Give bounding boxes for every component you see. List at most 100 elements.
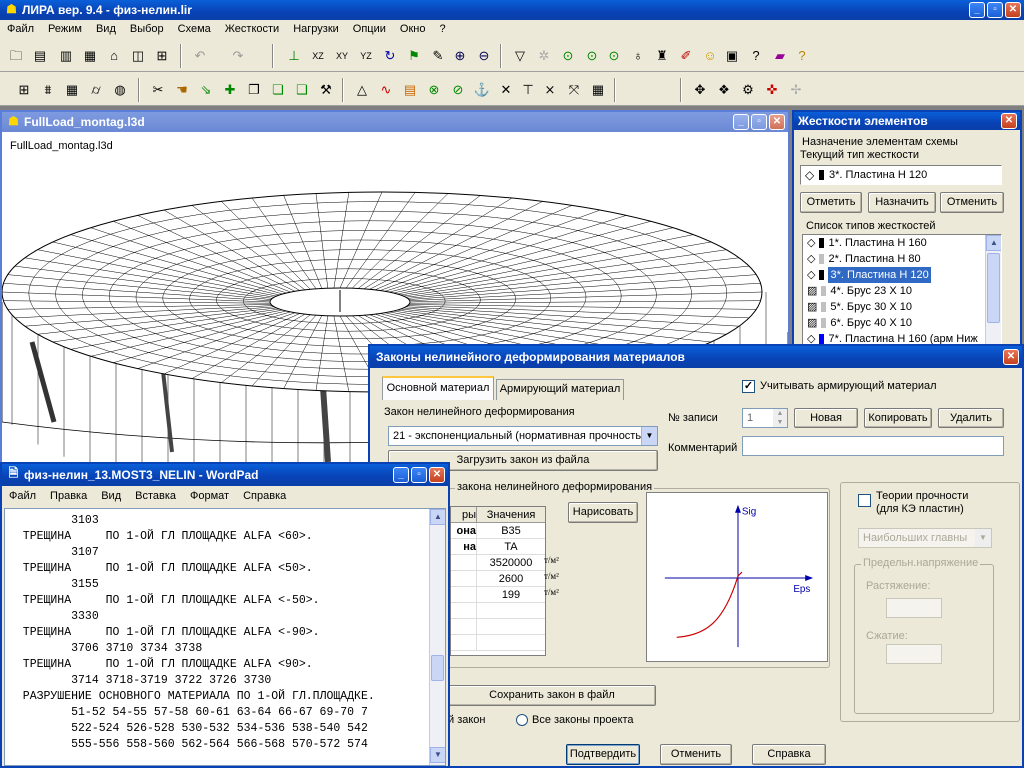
confirm-button[interactable]: Подтвердить	[566, 744, 640, 765]
stiffness-list-scrollbar[interactable]: ▲	[985, 235, 1001, 345]
delete-record-button[interactable]: Удалить	[938, 408, 1004, 428]
copy-record-button[interactable]: Копировать	[864, 408, 932, 428]
wordpad-scroll-thumb[interactable]	[431, 655, 444, 681]
select-icon[interactable]: ✲	[534, 46, 554, 66]
scroll-thumb[interactable]	[987, 253, 1000, 323]
stiffness-list-item[interactable]: ▨ 4*. Брус 23 X 10	[803, 283, 1001, 299]
menu-item[interactable]: Опции	[346, 20, 393, 38]
cancel-mark-button[interactable]: Отменить	[940, 192, 1004, 213]
params-table-row[interactable]	[451, 635, 545, 651]
xz-plane-icon[interactable]: XZ	[308, 46, 328, 66]
stiffness-list[interactable]: ◇ 1*. Пластина H 160 ◇ 2*. Пластина H 80 ◇ 3*…	[802, 234, 1002, 346]
menu-item[interactable]: Жесткости	[218, 20, 286, 38]
dialog-help-button[interactable]: Справка	[752, 744, 826, 765]
params-table-row[interactable]: она B35	[451, 523, 545, 539]
open-file-icon[interactable]: 🗀	[6, 46, 26, 66]
help-icon[interactable]: ?	[746, 46, 766, 66]
params-table[interactable]: ры Значения она B35 на TA 3520000 2600 199	[450, 506, 546, 656]
wordpad-menu-item[interactable]: Справка	[236, 487, 293, 505]
filter-icon[interactable]: ▽	[510, 46, 530, 66]
wave-icon[interactable]: ∿	[376, 80, 396, 100]
table-icon[interactable]: ▦	[62, 80, 82, 100]
params-table-row[interactable]	[451, 603, 545, 619]
layers-icon[interactable]: ❑	[292, 80, 312, 100]
params-table-row[interactable]	[451, 619, 545, 635]
menu-item[interactable]: Выбор	[123, 20, 171, 38]
brace-icon[interactable]: ⚓	[472, 80, 492, 100]
params-table-row[interactable]: на TA	[451, 539, 545, 555]
stiffness-list-item[interactable]: ▨ 5*. Брус 30 X 10	[803, 299, 1001, 315]
params-table-row[interactable]: 2600	[451, 571, 545, 587]
page-setup-icon[interactable]: ▥	[56, 46, 76, 66]
stiffness-list-item[interactable]: ▨ 6*. Брус 40 X 10	[803, 315, 1001, 331]
tab-main-material[interactable]: Основной материал	[382, 376, 494, 400]
zoom-c-icon[interactable]: ⊙	[604, 46, 624, 66]
wordpad-document[interactable]: 3103 ТРЕЩИНА ПО 1-ОЙ ГЛ ПЛОЩАДКЕ ALFA <6…	[4, 508, 446, 766]
stiffness-list-item[interactable]: ◇ 1*. Пластина H 160	[803, 235, 1001, 251]
yz-plane-icon[interactable]: YZ	[356, 46, 376, 66]
question-icon[interactable]: ?	[792, 46, 812, 66]
wordpad-scroll-down-icon[interactable]: ▼	[430, 747, 445, 763]
frame-icon[interactable]: ◫	[128, 46, 148, 66]
undo-icon[interactable]: ↶	[190, 46, 210, 66]
redo-icon[interactable]: ↷	[228, 46, 248, 66]
tee-icon[interactable]: ⊤	[518, 80, 538, 100]
wordpad-menu-item[interactable]: Вид	[94, 487, 128, 505]
hinge-icon[interactable]: ♁	[628, 46, 648, 66]
wordpad-menu-item[interactable]: Правка	[43, 487, 94, 505]
cross-icon[interactable]: ✕	[496, 80, 516, 100]
nodes-icon[interactable]: ✥	[690, 80, 710, 100]
add-node-icon[interactable]: ✚	[220, 80, 240, 100]
wrench-icon[interactable]: ⚒	[316, 80, 336, 100]
tension-input[interactable]	[886, 598, 942, 618]
paste-icon[interactable]: ❏	[268, 80, 288, 100]
book-icon[interactable]: ▣	[722, 46, 742, 66]
wordpad-minimize-button[interactable]: _	[393, 467, 409, 483]
mark-button[interactable]: Отметить	[800, 192, 862, 213]
record-spin-arrows[interactable]: ▲ ▼	[773, 409, 787, 427]
wordpad-close-button[interactable]: ✕	[429, 467, 445, 483]
strength-select[interactable]: Наибольших главны ▼	[858, 528, 992, 548]
menu-item[interactable]: Схема	[171, 20, 218, 38]
model-maximize-button[interactable]: ▫	[751, 114, 767, 130]
rigid-icon[interactable]: ⊗	[424, 80, 444, 100]
strength-chevron-icon[interactable]: ▼	[975, 529, 991, 547]
cylinder-icon[interactable]: ⌭	[86, 80, 106, 100]
record-spinner[interactable]: 1 ▲ ▼	[742, 408, 788, 428]
scroll-up-icon[interactable]: ▲	[986, 235, 1001, 251]
menu-item[interactable]: ?	[432, 20, 452, 38]
chevron-down-icon[interactable]: ▼	[641, 427, 657, 445]
gear-icon[interactable]: ⚙	[738, 80, 758, 100]
triangle-icon[interactable]: △	[352, 80, 372, 100]
copy-node-icon[interactable]: ❐	[244, 80, 264, 100]
library-icon[interactable]: ▰	[770, 46, 790, 66]
pencil-icon[interactable]: ✎	[428, 46, 448, 66]
wordpad-menu-item[interactable]: Формат	[183, 487, 236, 505]
load-icon[interactable]: ▤	[400, 80, 420, 100]
cut-icon[interactable]: ✂	[148, 80, 168, 100]
frame-gen-icon[interactable]: ⩩	[38, 80, 58, 100]
save-icon[interactable]: ▤	[30, 46, 50, 66]
zoom-a-icon[interactable]: ⊙	[558, 46, 578, 66]
maximize-button[interactable]: ▫	[987, 2, 1003, 18]
zoom-b-icon[interactable]: ⊙	[582, 46, 602, 66]
model-close-button[interactable]: ✕	[769, 114, 785, 130]
wordpad-scrollbar[interactable]: ▲ ▼	[429, 509, 445, 765]
save-law-button[interactable]: Сохранить закон в файл	[448, 685, 656, 706]
stiffness-list-item[interactable]: ◇ 2*. Пластина H 80	[803, 251, 1001, 267]
flag-icon[interactable]: ⚑	[404, 46, 424, 66]
params-table-row[interactable]: 199	[451, 587, 545, 603]
wordpad-menu-item[interactable]: Вставка	[128, 487, 183, 505]
grid-small-icon[interactable]: ▦	[588, 80, 608, 100]
menu-item[interactable]: Вид	[89, 20, 123, 38]
minimize-button[interactable]: _	[969, 2, 985, 18]
dialog-cancel-button[interactable]: Отменить	[660, 744, 732, 765]
draw-button[interactable]: Нарисовать	[568, 502, 638, 523]
person-icon[interactable]: ☺	[700, 46, 720, 66]
support-icon[interactable]: ♜	[652, 46, 672, 66]
document-icon[interactable]: ▦	[80, 46, 100, 66]
wordpad-maximize-button[interactable]: ▫	[411, 467, 427, 483]
zoom-in-icon[interactable]: ⊕	[450, 46, 470, 66]
settings-icon[interactable]: ✜	[762, 80, 782, 100]
model-minimize-button[interactable]: _	[733, 114, 749, 130]
